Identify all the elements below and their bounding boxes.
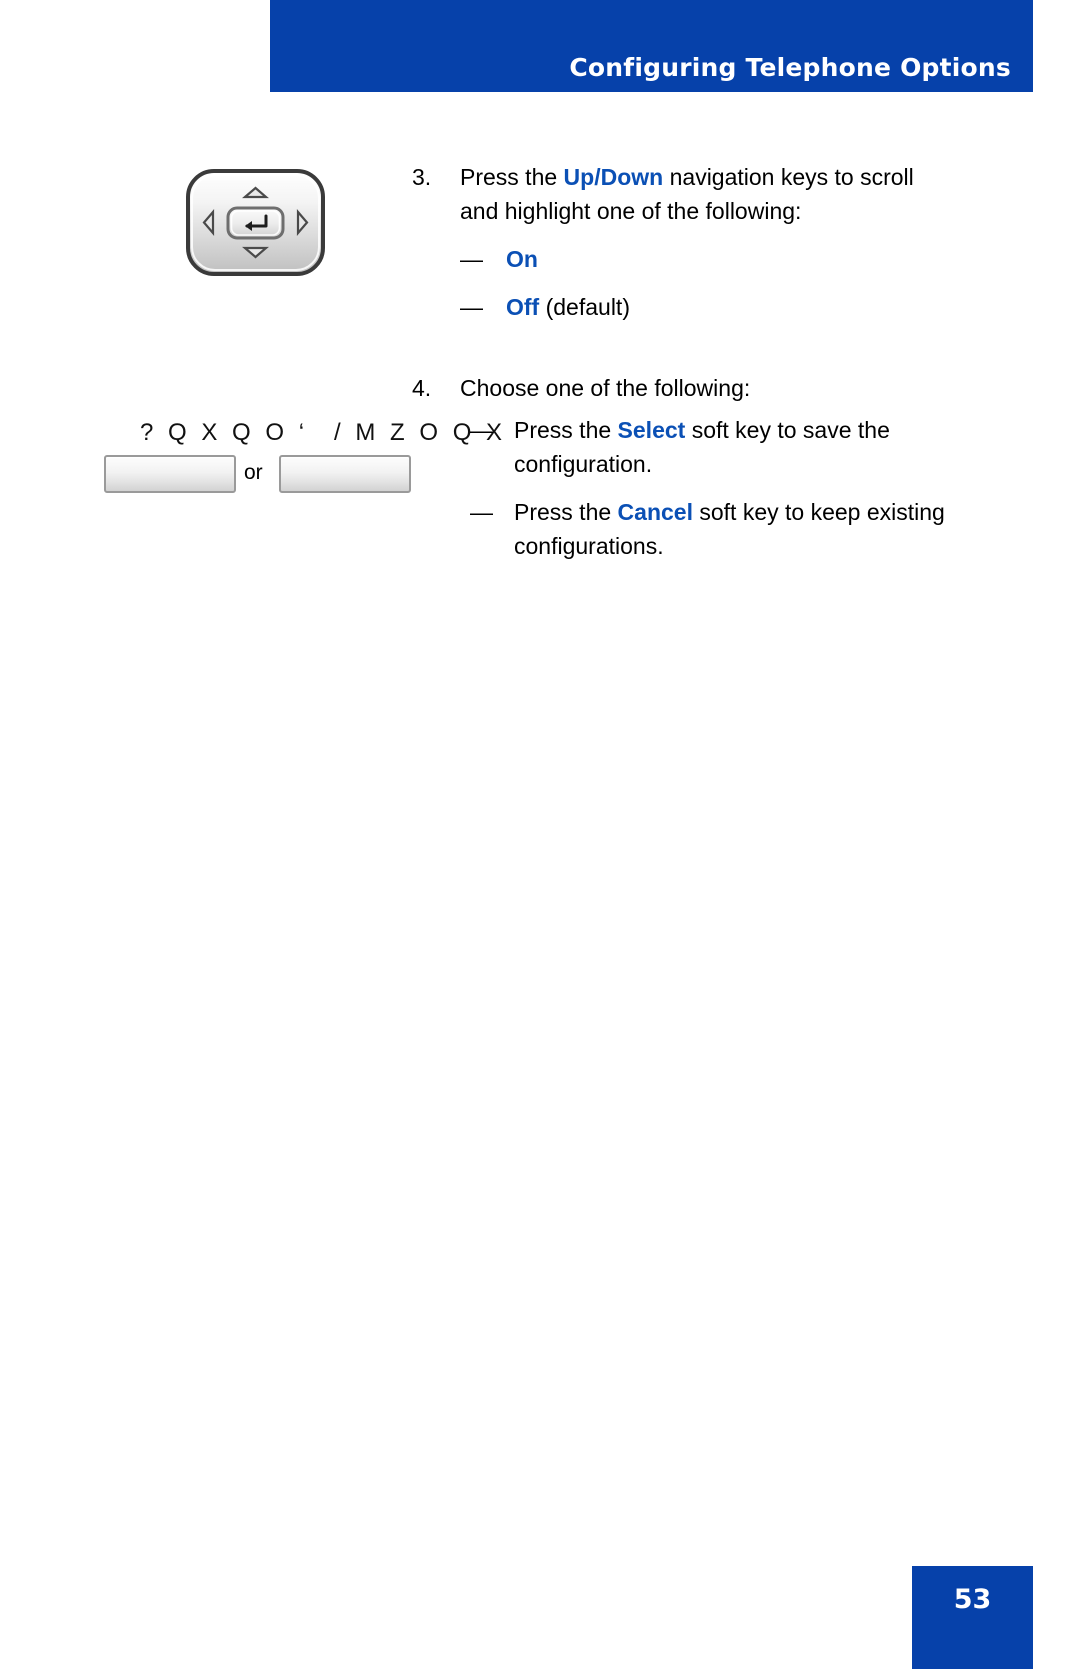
page-number: 53 [953,1584,992,1615]
select-option-prefix: Press the [514,417,618,443]
step-3-row: 3. Press the Up/Down navigation keys to … [412,160,952,228]
softkey-button-graphics: or [104,455,454,497]
step-3-option-on: — On [412,242,952,276]
cancel-softkey-button[interactable] [279,455,411,493]
step-4-option-cancel: — Press the Cancel soft key to keep exis… [470,495,970,563]
page-content: 3. Press the Up/Down navigation keys to … [0,0,1080,1669]
cancel-option-prefix: Press the [514,499,618,525]
cancel-key-label: Cancel [617,499,693,525]
step-3-block: 3. Press the Up/Down navigation keys to … [412,160,952,324]
step-4-options: — Press the Select soft key to save the … [470,413,970,563]
step-3-option-on-text: On [506,242,952,276]
em-dash-icon: — [470,417,493,443]
step-4-number: 4. [412,375,432,401]
step-4-block: 4. Choose one of the following: [412,371,952,405]
option-on-label: On [506,246,538,272]
page-number-box: 53 [912,1566,1033,1669]
step-4-text: Choose one of the following: [460,375,751,401]
step-3-option-off: — Off (default) [412,290,952,324]
step-3-option-off-text: Off (default) [506,290,952,324]
em-dash-icon: — [460,246,483,272]
step-4-option-cancel-text: Press the Cancel soft key to keep existi… [514,495,970,563]
option-off-suffix: (default) [539,294,630,320]
select-softkey-button[interactable] [104,455,236,493]
step-4-option-select-text: Press the Select soft key to save the co… [514,413,970,481]
softkey-glyph-select: ? Q X Q O ‘ [140,419,309,446]
step-4-row: 4. Choose one of the following: [412,371,952,405]
em-dash-icon: — [460,294,483,320]
option-off-label: Off [506,294,540,320]
select-key-label: Select [617,417,686,443]
softkey-label-glyphs: ? Q X Q O ‘/ M Z O Q X [140,418,502,448]
navigation-keys-cluster-icon [183,166,328,279]
step-3-text: Press the Up/Down navigation keys to scr… [460,160,952,228]
down-key-label: Down [600,164,664,190]
up-key-label: Up [563,164,595,190]
em-dash-icon: — [470,499,493,525]
step-3-text-lead: Press the [460,164,564,190]
step-3-number: 3. [412,164,432,190]
step-4-option-select: — Press the Select soft key to save the … [470,413,970,481]
softkey-or-label: or [244,461,263,484]
